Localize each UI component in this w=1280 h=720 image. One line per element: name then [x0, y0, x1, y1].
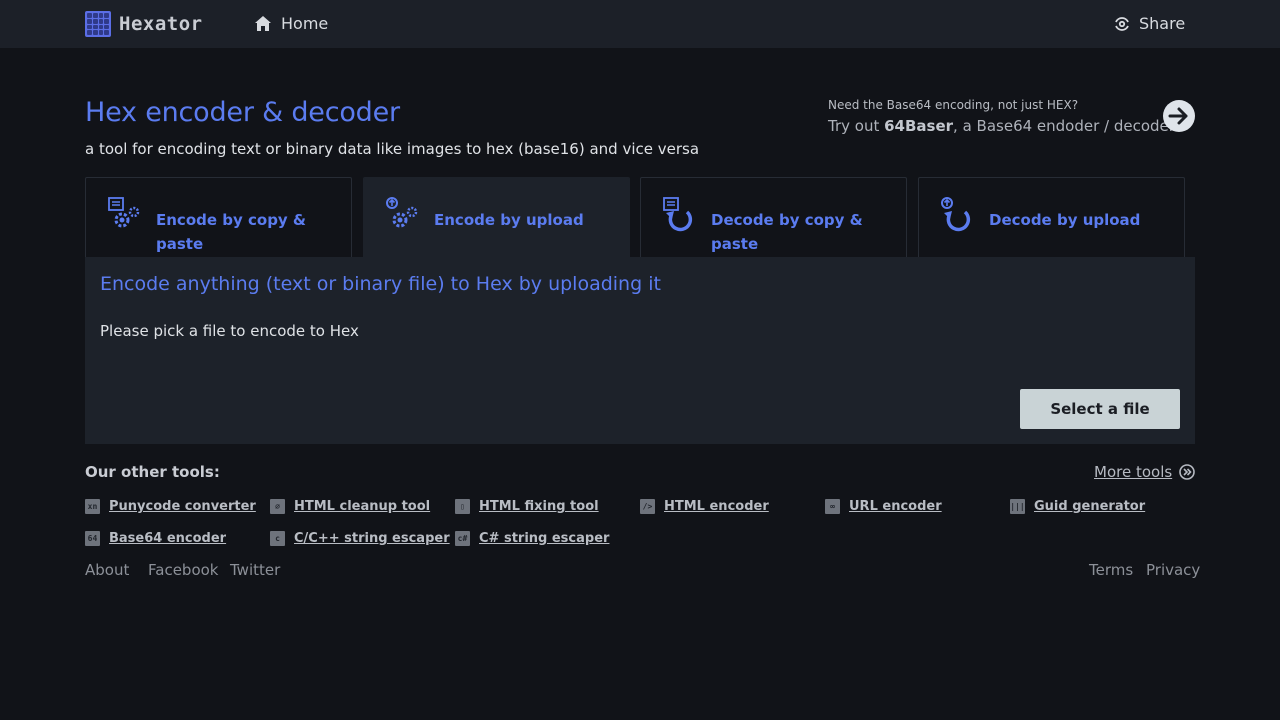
html-encoder-icon: />	[640, 499, 655, 514]
tool-label: C# string escaper	[479, 531, 610, 546]
csharp-escaper-icon: c#	[455, 531, 470, 546]
tab-label: Decode by upload	[989, 211, 1141, 229]
footer-about-link[interactable]: About	[85, 561, 129, 579]
tool-label: Guid generator	[1034, 499, 1146, 514]
double-chevron-right-icon	[1179, 464, 1195, 480]
footer-facebook-link[interactable]: Facebook	[148, 561, 218, 579]
tool-label: C/C++ string escaper	[294, 531, 450, 546]
tool-link-html-encoder[interactable]: /> HTML encoder	[640, 499, 769, 514]
brand-name: Hexator	[119, 13, 203, 35]
brand-link[interactable]: Hexator	[85, 11, 203, 37]
tab-label: Encode by upload	[434, 211, 584, 229]
upload-gears-icon	[386, 197, 418, 228]
base64-icon: 64	[85, 531, 100, 546]
page-title: Hex encoder & decoder	[85, 97, 400, 128]
c-escaper-icon: c	[270, 531, 285, 546]
tool-link-html-fixing[interactable]: ▯ HTML fixing tool	[455, 499, 599, 514]
nav-share-label: Share	[1139, 14, 1186, 33]
footer-twitter-link[interactable]: Twitter	[230, 561, 280, 579]
promo-line-2: Try out 64Baser, a Base64 endoder / deco…	[828, 117, 1175, 135]
tool-link-c-string-escaper[interactable]: c C/C++ string escaper	[270, 531, 450, 546]
tool-label: HTML fixing tool	[479, 499, 599, 514]
tool-link-punycode[interactable]: xn Punycode converter	[85, 499, 256, 514]
promo-line-1: Need the Base64 encoding, not just HEX?	[828, 98, 1079, 112]
upload-panel: Encode anything (text or binary file) to…	[85, 257, 1195, 444]
tab-label: Decode by copy & paste	[711, 211, 863, 253]
home-icon	[255, 16, 271, 31]
top-navbar: Hexator Home Share	[0, 0, 1280, 48]
panel-title: Encode anything (text or binary file) to…	[100, 273, 661, 295]
document-gears-icon	[108, 197, 140, 228]
punycode-icon: xn	[85, 499, 100, 514]
html-fixing-icon: ▯	[455, 499, 470, 514]
tab-label: Encode by copy & paste	[156, 211, 307, 253]
tool-link-guid-generator[interactable]: ||| Guid generator	[1010, 499, 1145, 514]
tab-encode-upload[interactable]: Encode by upload	[363, 177, 630, 258]
nav-home-link[interactable]: Home	[254, 14, 328, 33]
tool-link-url-encoder[interactable]: ∞ URL encoder	[825, 499, 942, 514]
more-tools-label: More tools	[1094, 463, 1173, 481]
select-file-button[interactable]: Select a file	[1020, 389, 1180, 429]
guid-generator-icon: |||	[1010, 499, 1025, 514]
nav-share-link[interactable]: Share	[1114, 14, 1185, 33]
arrow-right-icon	[1168, 107, 1188, 125]
url-encoder-icon: ∞	[825, 499, 840, 514]
share-icon	[1115, 16, 1129, 31]
tool-label: HTML cleanup tool	[294, 499, 431, 514]
nav-home-label: Home	[281, 14, 329, 33]
tab-decode-copy-paste[interactable]: Decode by copy & paste	[640, 177, 907, 257]
panel-instructions: Please pick a file to encode to Hex	[100, 322, 359, 340]
base64-promo: Need the Base64 encoding, not just HEX? …	[828, 98, 1175, 135]
tab-decode-upload[interactable]: Decode by upload	[918, 177, 1185, 257]
promo-arrow-button[interactable]	[1163, 100, 1195, 132]
tool-label: HTML encoder	[664, 499, 769, 514]
tab-encode-copy-paste[interactable]: Encode by copy & paste	[85, 177, 352, 257]
hexator-logo-icon	[85, 11, 111, 37]
promo-prefix: Try out	[828, 117, 885, 135]
footer-privacy-link[interactable]: Privacy	[1146, 561, 1200, 579]
upload-undo-icon	[941, 197, 971, 232]
promo-suffix: , a Base64 endoder / decoder	[953, 117, 1175, 135]
promo-64baser-link[interactable]: 64Baser	[884, 117, 953, 135]
html-cleanup-icon: ⌀	[270, 499, 285, 514]
document-undo-icon	[663, 197, 693, 232]
tool-label: Punycode converter	[109, 499, 256, 514]
other-tools-title: Our other tools:	[85, 463, 220, 481]
tool-label: URL encoder	[849, 499, 942, 514]
tool-link-html-cleanup[interactable]: ⌀ HTML cleanup tool	[270, 499, 430, 514]
more-tools-link[interactable]: More tools	[1094, 463, 1195, 481]
tool-label: Base64 encoder	[109, 531, 227, 546]
footer-terms-link[interactable]: Terms	[1089, 561, 1133, 579]
page-subtitle: a tool for encoding text or binary data …	[85, 140, 700, 158]
tool-link-base64-encoder[interactable]: 64 Base64 encoder	[85, 531, 226, 546]
tool-link-csharp-string-escaper[interactable]: c# C# string escaper	[455, 531, 609, 546]
